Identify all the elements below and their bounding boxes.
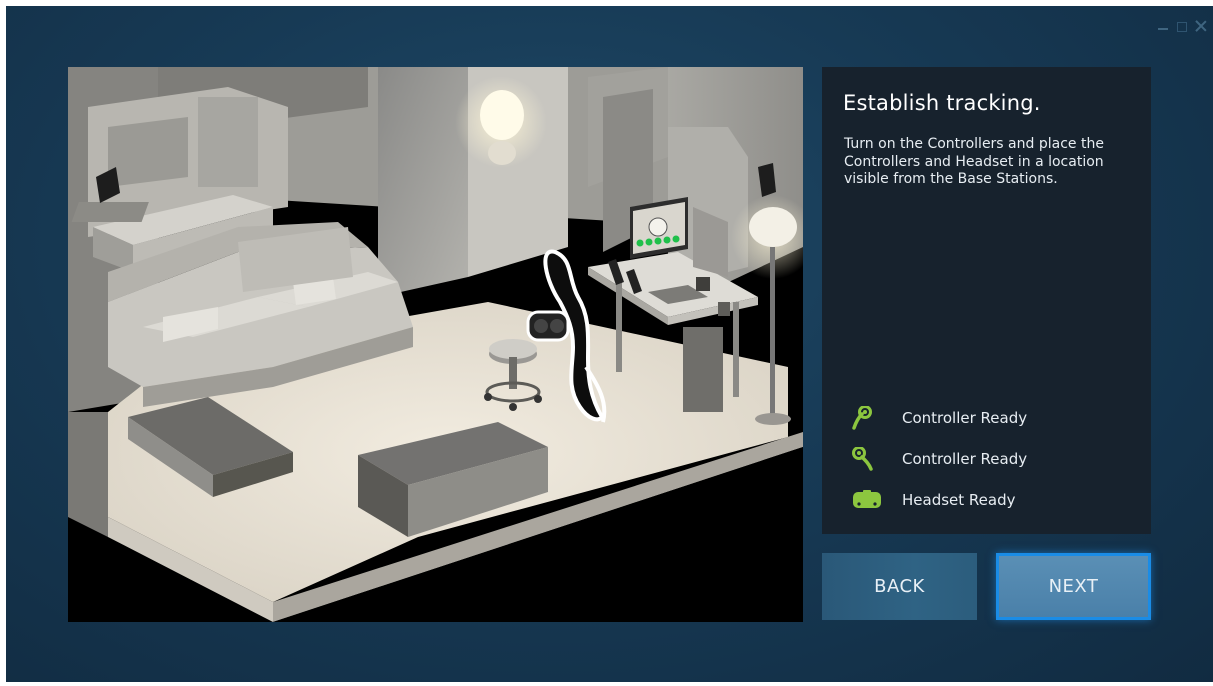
maximize-icon[interactable] xyxy=(1177,21,1187,32)
controller-right-icon xyxy=(852,446,888,472)
status-label: Controller Ready xyxy=(902,449,1028,468)
close-icon[interactable] xyxy=(1195,20,1207,32)
status-label: Controller Ready xyxy=(902,408,1028,427)
status-list: Controller Ready Controller Ready Headse… xyxy=(852,397,1027,520)
controller-left-icon xyxy=(852,405,888,431)
room-illustration xyxy=(68,67,803,622)
status-item-controller-2: Controller Ready xyxy=(852,438,1027,479)
status-item-controller-1: Controller Ready xyxy=(852,397,1027,438)
minimize-icon[interactable] xyxy=(1157,20,1169,32)
next-button[interactable]: NEXT xyxy=(996,553,1151,620)
back-button[interactable]: BACK xyxy=(822,553,977,620)
instruction-text: Turn on the Controllers and place the Co… xyxy=(844,136,1104,187)
instruction-panel: Establish tracking. Turn on the Controll… xyxy=(822,67,1151,534)
headset-icon xyxy=(852,487,888,513)
page-title: Establish tracking. xyxy=(843,91,1041,115)
status-item-headset: Headset Ready xyxy=(852,479,1027,520)
window-controls xyxy=(1157,20,1207,32)
status-label: Headset Ready xyxy=(902,490,1016,509)
